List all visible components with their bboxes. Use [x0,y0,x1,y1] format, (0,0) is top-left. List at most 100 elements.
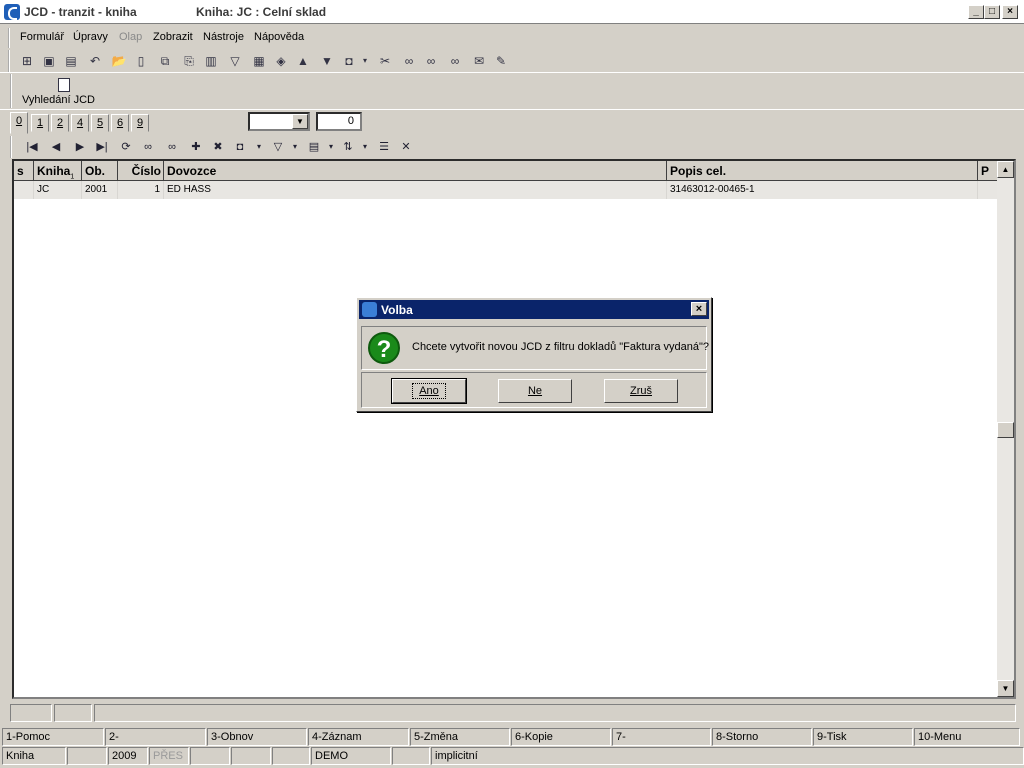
snapshot-dropdown-icon[interactable]: ▾ [254,138,264,156]
column-header-s[interactable]: s [14,161,34,181]
app-icon [362,302,377,317]
first-record-icon[interactable]: |◀ [24,138,40,156]
search-jcd-button[interactable]: Vyhledání JCD [10,74,130,108]
scrollbar-thumb[interactable] [997,422,1014,438]
arrow-down-icon[interactable]: ▼ [318,52,336,70]
menu-olap[interactable]: Olap [119,31,142,43]
maximize-button[interactable]: □ [984,5,1000,19]
sort-icon[interactable]: ⇅ [340,138,356,156]
panel-3 [94,704,1016,722]
dialog-close-button[interactable]: × [691,302,707,316]
tab-6[interactable]: 6 [111,114,129,132]
fkey-9[interactable]: 9-Tisk [813,728,913,746]
tools-icon[interactable]: ✂ [376,52,394,70]
status-book: Kniha [2,747,66,765]
layers-icon[interactable]: ◈ [272,52,290,70]
menu-formular[interactable]: Formulář [20,31,64,43]
export-icon[interactable]: ▤ [306,138,322,156]
status-profile: implicitní [431,747,1024,765]
search-icon[interactable]: ∞ [140,138,156,156]
copy-icon[interactable]: ⧉ [156,52,174,70]
cell-cislo: 1 [118,181,164,199]
arrow-up-icon[interactable]: ▲ [294,52,312,70]
next-record-icon[interactable]: ▶ [72,138,88,156]
fkey-8[interactable]: 8-Storno [712,728,812,746]
filter-list-icon[interactable]: ▦ [250,52,268,70]
cell-kniha: JC [34,181,82,199]
tab-9[interactable]: 9 [131,114,149,132]
status-empty-2 [190,747,230,765]
yes-button[interactable]: Ano [391,378,467,404]
binoculars-icon[interactable]: ∞ [400,52,418,70]
filter-icon[interactable]: ▽ [270,138,286,156]
camera-icon[interactable]: ◘ [340,52,358,70]
cancel-button[interactable]: Zruš [604,379,678,403]
add-record-icon[interactable]: ✚ [188,138,204,156]
filter-icon[interactable]: ▽ [226,52,244,70]
filter-select[interactable]: ▼ [248,112,310,131]
tab-5[interactable]: 5 [91,114,109,132]
menu-upravy[interactable]: Úpravy [73,31,108,43]
status-empty-1 [67,747,107,765]
fkey-4[interactable]: 4-Záznam [308,728,409,746]
paste-icon[interactable]: ⎘ [180,52,198,70]
app-icon [4,4,20,20]
export-dropdown-icon[interactable]: ▾ [326,138,336,156]
search-disabled-icon[interactable]: ∞ [164,138,180,156]
excel-icon[interactable]: ✕ [398,138,414,156]
panel-bar [8,702,1020,724]
previous-record-icon[interactable]: ◀ [48,138,64,156]
dialog-message: Chcete vytvořit novou JCD z filtru dokla… [412,341,709,353]
function-key-bar: 1-Pomoc 2- 3-Obnov 4-Záznam 5-Změna 6-Ko… [0,728,1024,746]
column-header-cislo[interactable]: Číslo [118,161,164,181]
tree-icon[interactable]: ⊞ [18,52,36,70]
column-header-dovozce[interactable]: Dovozce [164,161,667,181]
filter-dropdown-icon[interactable]: ▾ [290,138,300,156]
minimize-button[interactable]: _ [968,5,984,19]
vertical-scrollbar[interactable]: ▲ ▼ [997,161,1014,697]
record-counter-input[interactable]: 0 [316,112,362,131]
snapshot-icon[interactable]: ◘ [232,138,248,156]
table-row[interactable]: JC 2001 1 ED HASS 31463012-00465-1 [14,181,998,199]
column-header-ob[interactable]: Ob. [82,161,118,181]
no-button[interactable]: Ne [498,379,572,403]
undo-icon[interactable]: ↶ [86,52,104,70]
close-window-button[interactable]: × [1002,5,1018,19]
fkey-1[interactable]: 1-Pomoc [2,728,104,746]
save-as-icon[interactable]: ▤ [62,52,80,70]
columns-icon[interactable]: ☰ [376,138,392,156]
fkey-10[interactable]: 10-Menu [914,728,1020,746]
column-header-popis[interactable]: Popis cel. [667,161,978,181]
book-icon[interactable]: ▥ [202,52,220,70]
mail-icon[interactable]: ✉ [470,52,488,70]
column-header-kniha[interactable]: Kniha1 [34,161,82,181]
fkey-2[interactable]: 2- [105,728,206,746]
tab-1[interactable]: 1 [31,114,49,132]
menu-napoveda[interactable]: Nápověda [254,31,304,43]
status-empty-4 [272,747,310,765]
find-next-icon[interactable]: ∞ [422,52,440,70]
refresh-icon[interactable]: ⟳ [118,138,134,156]
tab-4[interactable]: 4 [71,114,89,132]
tab-2[interactable]: 2 [51,114,69,132]
scroll-down-icon[interactable]: ▼ [997,680,1014,697]
save-icon[interactable]: ▣ [40,52,58,70]
scroll-up-icon[interactable]: ▲ [997,161,1014,178]
menu-zobrazit[interactable]: Zobrazit [153,31,193,43]
chevron-down-icon[interactable]: ▼ [292,114,308,129]
delete-record-icon[interactable]: ✖ [210,138,226,156]
open-folder-icon[interactable]: 📂 [110,52,128,70]
fkey-5[interactable]: 5-Změna [410,728,510,746]
fkey-3[interactable]: 3-Obnov [207,728,307,746]
find-replace-icon[interactable]: ∞ [446,52,464,70]
new-document-icon[interactable]: ▯ [132,52,150,70]
edit-list-icon[interactable]: ✎ [492,52,510,70]
tab-0[interactable]: 0 [10,112,28,134]
fkey-7[interactable]: 7- [612,728,711,746]
sort-dropdown-icon[interactable]: ▾ [360,138,370,156]
camera-dropdown-icon[interactable]: ▾ [360,52,370,70]
fkey-6[interactable]: 6-Kopie [511,728,611,746]
last-record-icon[interactable]: ▶| [94,138,110,156]
column-header-p[interactable]: P [978,161,998,181]
menu-nastroje[interactable]: Nástroje [203,31,244,43]
